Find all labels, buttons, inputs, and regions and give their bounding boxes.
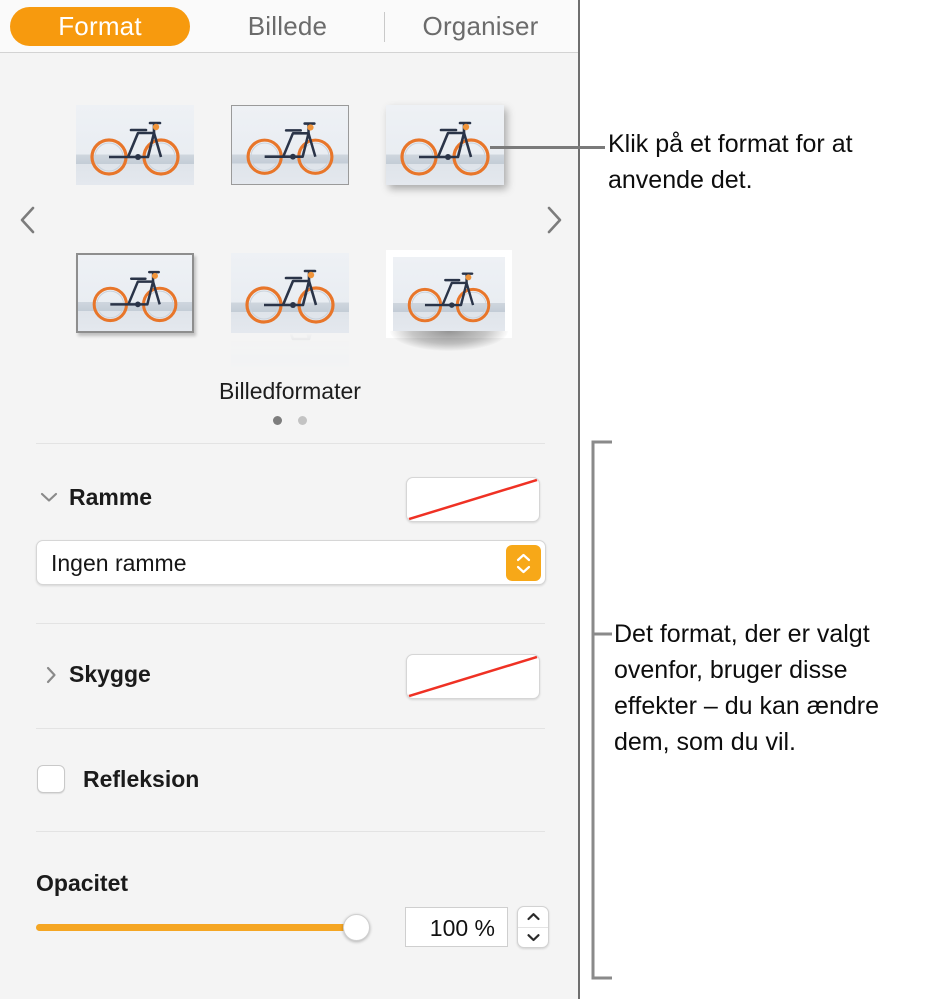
tab-divider	[384, 12, 385, 42]
bicycle-icon	[90, 121, 180, 176]
chevron-right-icon	[547, 206, 562, 234]
bicycle-image-reflected	[231, 333, 349, 367]
skygge-label: Skygge	[69, 661, 151, 687]
separator-above-opacitet	[36, 831, 545, 832]
screenshot-root: Format Billede Organiser Billedformater …	[0, 0, 937, 999]
chevron-down-icon	[516, 565, 531, 573]
bicycle-icon	[245, 333, 335, 341]
opacitet-value-field[interactable]: 100 %	[405, 907, 508, 947]
image-styles-gallery: Billedformater	[0, 53, 580, 443]
ramme-style-popup-button[interactable]: Ingen ramme	[36, 540, 546, 585]
image-style-thumbnail-2[interactable]	[231, 105, 349, 185]
gallery-prev-button[interactable]	[10, 198, 44, 242]
ramme-style-value: Ingen ramme	[51, 550, 187, 576]
inspector-tab-bar: Format Billede Organiser	[0, 0, 578, 53]
skygge-none-swatch[interactable]	[406, 654, 540, 699]
ramme-none-swatch[interactable]	[406, 477, 540, 522]
ramme-popup-stepper[interactable]	[506, 545, 541, 581]
opacitet-slider-knob[interactable]	[343, 914, 370, 941]
tab-organiser[interactable]: Organiser	[393, 7, 568, 46]
refleksion-checkbox[interactable]	[37, 765, 65, 793]
bicycle-image	[76, 253, 194, 333]
chevron-right-icon	[46, 666, 56, 684]
bicycle-icon	[245, 269, 335, 324]
opacitet-slider-fill	[36, 924, 356, 931]
style-preview-reflection	[231, 253, 349, 367]
tab-format[interactable]: Format	[10, 7, 190, 46]
bicycle-icon	[407, 272, 491, 323]
image-style-thumbnail-5[interactable]	[231, 253, 349, 367]
style-preview-plain	[76, 105, 194, 185]
no-style-slash-icon	[408, 655, 538, 698]
refleksion-label: Refleksion	[83, 766, 200, 792]
callout-top-leader-line	[490, 146, 605, 149]
opacitet-stepper-up[interactable]	[518, 907, 548, 928]
style-preview-grey-frame	[76, 253, 194, 333]
opacitet-label: Opacitet	[36, 870, 129, 896]
chevron-down-icon	[526, 933, 540, 941]
bicycle-image	[231, 253, 349, 333]
gallery-label: Billedformater	[219, 378, 361, 404]
image-style-thumbnail-4[interactable]	[76, 253, 194, 333]
callout-top-text: Klik på et format for at anvende det.	[608, 130, 853, 194]
image-style-thumbnail-6[interactable]	[386, 250, 512, 351]
separator-above-ramme	[36, 443, 545, 444]
style-preview-white-mat	[386, 250, 512, 351]
page-dot-1[interactable]	[273, 416, 282, 425]
format-inspector-panel: Format Billede Organiser Billedformater …	[0, 0, 580, 999]
gallery-page-dots	[0, 416, 580, 425]
opacitet-stepper-down[interactable]	[518, 928, 548, 948]
opacitet-stepper[interactable]	[517, 906, 549, 948]
ramme-disclosure-toggle[interactable]	[36, 484, 62, 510]
skygge-disclosure-toggle[interactable]	[38, 662, 64, 688]
tab-billede[interactable]: Billede	[200, 7, 375, 46]
page-dot-2[interactable]	[298, 416, 307, 425]
opacitet-slider-track[interactable]	[36, 924, 356, 931]
chevron-left-icon	[20, 206, 35, 234]
bicycle-image	[76, 105, 194, 185]
bicycle-image	[386, 105, 504, 185]
style-preview-thin-border	[231, 105, 349, 185]
bicycle-icon	[246, 122, 334, 175]
image-style-thumbnail-1[interactable]	[76, 105, 194, 185]
no-style-slash-icon	[408, 478, 538, 521]
gallery-next-button[interactable]	[537, 198, 571, 242]
bicycle-icon	[400, 121, 490, 176]
image-style-thumbnail-3[interactable]	[386, 105, 504, 185]
bicycle-image	[231, 105, 349, 185]
separator-above-skygge	[36, 623, 545, 624]
bicycle-icon	[92, 270, 178, 323]
chevron-up-icon	[516, 553, 531, 561]
callout-bottom-text: Det format, der er valgt ovenfor, bruger…	[614, 620, 879, 756]
reflection-overlay	[231, 333, 349, 367]
chevron-up-icon	[526, 913, 540, 921]
bicycle-image	[393, 257, 505, 331]
chevron-down-icon	[40, 492, 58, 502]
ramme-label: Ramme	[69, 484, 153, 510]
style-preview-soft-shadow	[386, 105, 504, 185]
separator-above-refleksion	[36, 728, 545, 729]
